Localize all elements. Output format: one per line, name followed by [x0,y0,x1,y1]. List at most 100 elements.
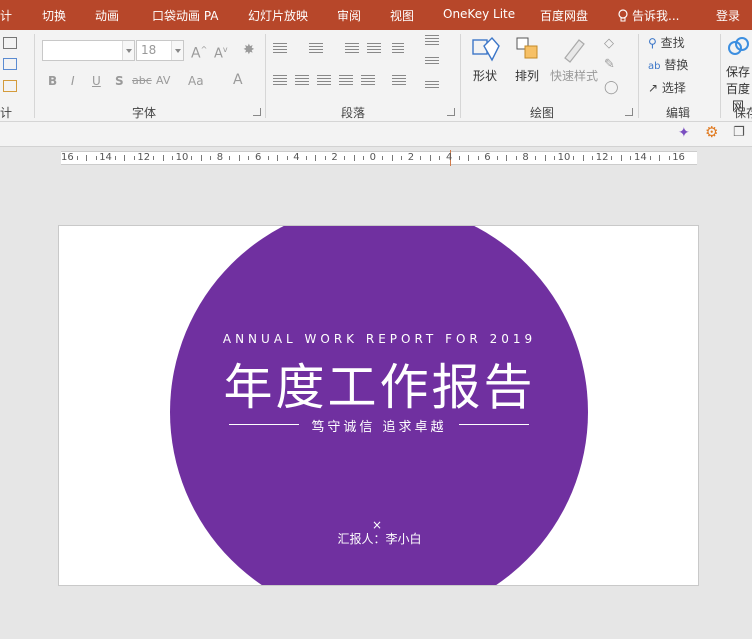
justify-icon[interactable] [339,75,353,87]
chevron-down-icon[interactable] [171,41,183,60]
ruler-label: 0 [369,152,376,163]
tab-baidu-netdisk[interactable]: 百度网盘 [540,7,588,24]
find-button[interactable]: ⚲ 查找 [648,35,685,51]
ruler-tick [76,156,78,160]
magic-icon[interactable]: ✦ [678,125,690,141]
group-separator [638,34,639,118]
font-size-box[interactable]: 18 [136,40,184,61]
text-direction-icon[interactable] [425,35,439,47]
tab-design[interactable]: 计 [0,7,12,24]
char-spacing-button[interactable]: AV [156,73,170,89]
shadow-button[interactable]: S [115,73,124,89]
strikethrough-button[interactable]: abc [132,73,152,89]
layout-icon[interactable] [3,37,17,49]
bold-button[interactable]: B [48,73,57,89]
replace-label: 替换 [664,58,689,72]
select-button[interactable]: ↗ 选择 [648,80,686,96]
font-dialog-launcher-icon[interactable] [253,108,261,116]
login-button[interactable]: 登录 [716,7,740,24]
line-spacing-icon[interactable] [392,43,404,55]
shape-fill-icon[interactable]: ◇ [604,36,614,52]
ruler-tick [468,155,470,161]
english-subtitle[interactable]: ANNUAL WORK REPORT FOR 2019 [59,332,698,346]
smartart-icon[interactable] [425,81,439,90]
ruler-tick [343,156,345,160]
ruler-tick [544,155,546,161]
numbering-icon[interactable] [309,43,323,55]
italic-button[interactable]: I [71,73,75,89]
distributed-icon[interactable] [361,75,375,87]
slide-title[interactable]: 年度工作报告 [59,348,698,419]
tab-animations[interactable]: 动画 [95,7,119,24]
slogan-text[interactable]: 笃守诚信 追求卓越 [229,416,529,435]
link-icon [728,37,749,55]
ruler-label: 10 [175,152,189,163]
ruler-label: 8 [522,152,529,163]
font-color-button[interactable]: A [233,72,243,88]
slide-canvas[interactable]: ANNUAL WORK REPORT FOR 2019 年度工作报告 笃守诚信 … [58,225,699,586]
paragraph-group-label: 段落 [341,106,366,120]
decrease-indent-icon[interactable] [345,43,359,55]
font-name-box[interactable] [42,40,135,61]
gear-icon[interactable]: ⚙ [705,124,718,140]
ruler-tick [238,155,240,161]
divider-line-right [459,424,529,425]
increase-indent-icon[interactable] [367,43,381,55]
ruler-tick [382,156,384,160]
ruler-tick [429,155,431,161]
ruler-tick [86,155,88,161]
align-left-icon[interactable] [273,75,287,87]
ruler-tick [611,156,613,160]
lightbulb-icon [618,9,628,22]
tab-view[interactable]: 视图 [390,7,414,24]
save-baidu-button[interactable]: 保存 百度网 [722,34,752,114]
tab-pocket-animation[interactable]: 口袋动画 PA [152,7,219,24]
ruler-label: 2 [331,152,338,163]
tab-onekey-lite[interactable]: OneKey Lite [443,7,515,21]
tab-review[interactable]: 审阅 [337,7,361,24]
arrange-icon [516,37,538,59]
chevron-down-icon[interactable] [122,41,134,60]
align-right-icon[interactable] [317,75,331,87]
horizontal-ruler[interactable]: 16 14 12 10 8 6 4 2 0 2 4 6 8 10 12 14 16 [61,150,697,166]
ruler-label: 16 [61,152,74,163]
group-separator [34,34,35,118]
drawing-dialog-launcher-icon[interactable] [625,108,633,116]
underline-button[interactable]: U [92,73,101,89]
replace-icon: ab [648,61,661,72]
ruler-tick [668,156,670,160]
quick-styles-button[interactable]: 快速样式 [548,34,600,84]
ruler-tick [420,156,422,160]
clear-format-icon[interactable]: ✸ [243,42,255,58]
ruler-tick [324,156,326,160]
ruler-tick [496,156,498,160]
columns-icon[interactable] [392,75,406,87]
ruler-label: 8 [216,152,224,163]
arrange-button[interactable]: 排列 [510,34,544,84]
section-icon[interactable] [3,80,17,92]
replace-button[interactable]: ab 替换 [648,57,688,75]
shape-outline-icon[interactable]: ✎ [604,57,615,73]
ruler-tick [353,155,355,161]
group-separator [720,34,721,118]
ruler-label: 4 [446,152,453,163]
align-text-icon[interactable] [425,57,439,66]
find-label: 查找 [660,36,685,50]
shrink-font-icon[interactable]: Av [214,42,228,62]
reset-icon[interactable] [3,58,17,70]
tell-me-box[interactable]: 告诉我... [617,7,679,24]
tab-transitions[interactable]: 切换 [42,7,66,24]
shape-effects-icon[interactable]: ◯ [604,80,619,96]
paragraph-dialog-launcher-icon[interactable] [447,108,455,116]
ruler-label: 12 [137,152,151,163]
tab-slideshow[interactable]: 幻灯片放映 [248,7,308,24]
change-case-button[interactable]: Aa [188,73,204,89]
align-center-icon[interactable] [295,75,309,87]
reporter-text[interactable]: 汇报人：李小白 [59,530,698,547]
shapes-button[interactable]: 形状 [468,34,502,84]
grow-font-icon[interactable]: A^ [191,42,207,62]
slides-group-label: 计 [0,106,13,120]
window-icon[interactable]: ❐ [733,125,745,141]
ruler-tick [114,156,116,160]
bullets-icon[interactable] [273,43,287,55]
